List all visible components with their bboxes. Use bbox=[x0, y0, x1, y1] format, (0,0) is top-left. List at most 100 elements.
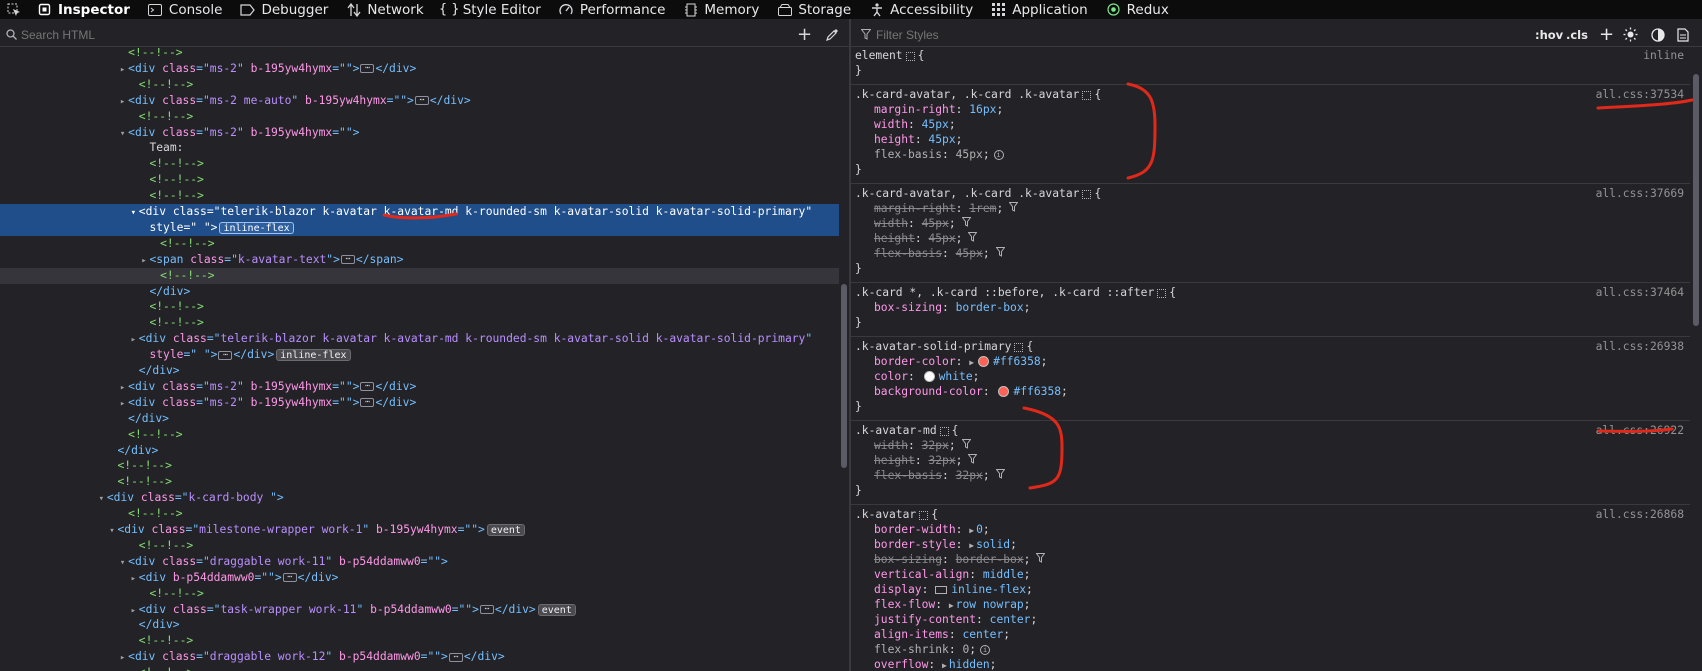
css-declaration[interactable]: box-sizing: border-box; bbox=[851, 300, 1690, 315]
markup-node[interactable]: <!--!--> bbox=[0, 458, 839, 474]
property-value[interactable]: center bbox=[962, 628, 1003, 641]
markup-node[interactable]: </div> bbox=[0, 617, 839, 633]
collapsed-content-button[interactable]: ⋯ bbox=[360, 64, 375, 74]
rule-source-link[interactable]: all.css:37534 bbox=[1596, 87, 1684, 102]
property-name[interactable]: border-width bbox=[874, 523, 956, 536]
markup-node[interactable]: <!--!--> bbox=[0, 236, 839, 252]
markup-node[interactable]: ▸ <div b-p54ddamww0=""> ⋯ </div> bbox=[0, 570, 839, 586]
css-declaration[interactable]: margin-right: 1rem; bbox=[851, 201, 1690, 216]
filter-overridden-icon[interactable] bbox=[995, 247, 1006, 262]
filter-overridden-icon[interactable] bbox=[967, 454, 978, 469]
tab-accessibility[interactable]: Accessibility bbox=[860, 0, 982, 19]
tab-storage[interactable]: Storage bbox=[768, 0, 860, 19]
css-declaration[interactable]: border-color: ▶ #ff6358; bbox=[851, 354, 1690, 369]
highlight-elements-icon[interactable] bbox=[905, 51, 915, 61]
property-value[interactable]: 32px bbox=[956, 469, 983, 482]
markup-node[interactable]: ▾ <div class="k-card-body "> bbox=[0, 490, 839, 506]
collapsed-content-button[interactable]: ⋯ bbox=[218, 350, 233, 360]
highlight-elements-icon[interactable] bbox=[1082, 90, 1092, 100]
css-declaration[interactable]: flex-basis: 45px; bbox=[851, 246, 1690, 261]
css-declaration[interactable]: vertical-align: middle; bbox=[851, 567, 1690, 582]
highlight-elements-icon[interactable] bbox=[939, 426, 949, 436]
color-swatch-icon[interactable] bbox=[923, 371, 935, 382]
display-badge[interactable]: inline-flex bbox=[219, 221, 294, 234]
expand-shorthand-icon[interactable]: ▶ bbox=[949, 601, 954, 610]
rule-source-link[interactable]: all.css:26922 bbox=[1596, 423, 1684, 438]
element-picker-button[interactable] bbox=[0, 0, 28, 19]
css-declaration[interactable]: flex-flow: ▶ row nowrap; bbox=[851, 597, 1690, 612]
search-html-input[interactable] bbox=[21, 27, 781, 42]
markup-node[interactable]: <!--!--> bbox=[0, 665, 839, 671]
property-name[interactable]: background-color bbox=[874, 385, 983, 398]
markup-node[interactable]: <!--!--> bbox=[0, 48, 839, 61]
collapsed-twisty-icon[interactable]: ▸ bbox=[128, 332, 139, 348]
filter-overridden-icon[interactable] bbox=[1008, 202, 1019, 217]
css-declaration[interactable]: width: 32px; bbox=[851, 438, 1690, 453]
property-name[interactable]: flex-basis bbox=[874, 469, 942, 482]
markup-node[interactable]: ▾ <div class="telerik-blazor k-avatar k-a… bbox=[0, 204, 839, 220]
property-value[interactable]: #ff6358 bbox=[1013, 385, 1061, 398]
css-declaration[interactable]: height: 45px; bbox=[851, 132, 1690, 147]
css-declaration[interactable]: height: 45px; bbox=[851, 231, 1690, 246]
rule-source-link[interactable]: all.css:37464 bbox=[1596, 285, 1684, 300]
collapsed-twisty-icon[interactable]: ▸ bbox=[117, 62, 128, 78]
filter-overridden-icon[interactable] bbox=[995, 469, 1006, 484]
css-declaration[interactable]: flex-basis: 45px; i bbox=[851, 147, 1690, 162]
toggle-classes-button[interactable]: .cls bbox=[1566, 28, 1588, 42]
rule-selector[interactable]: .k-card-avatar, .k-card .k-avatar bbox=[855, 187, 1079, 200]
markup-scrollbar[interactable] bbox=[839, 48, 849, 671]
markup-node[interactable]: <!--!--> bbox=[0, 586, 839, 602]
property-value[interactable]: border-box bbox=[956, 301, 1024, 314]
flexbox-highlighter-icon[interactable] bbox=[935, 586, 948, 594]
css-declaration[interactable]: width: 45px; bbox=[851, 216, 1690, 231]
filter-overridden-icon[interactable] bbox=[967, 232, 978, 247]
event-badge[interactable]: event bbox=[537, 603, 576, 616]
collapsed-twisty-icon[interactable]: ▸ bbox=[128, 571, 139, 587]
property-name[interactable]: display bbox=[874, 583, 922, 596]
css-declaration[interactable]: overflow: ▶ hidden; bbox=[851, 657, 1690, 671]
markup-node[interactable]: <!--!--> bbox=[0, 156, 839, 172]
rule-source-link[interactable]: all.css:26938 bbox=[1596, 339, 1684, 354]
property-name[interactable]: color bbox=[874, 370, 908, 383]
property-value[interactable]: row nowrap bbox=[956, 598, 1024, 611]
light-color-scheme-icon[interactable] bbox=[1623, 27, 1638, 42]
markup-node[interactable]: <!--!--> bbox=[0, 315, 839, 331]
add-node-button[interactable]: + bbox=[797, 24, 812, 45]
markup-node[interactable]: <!--!--> bbox=[0, 188, 839, 204]
rule-selector[interactable]: .k-card-avatar, .k-card .k-avatar bbox=[855, 88, 1079, 101]
tab-performance[interactable]: Performance bbox=[550, 0, 675, 19]
markup-node[interactable]: ▸ <span class="k-avatar-text"> ⋯ </span> bbox=[0, 252, 839, 268]
markup-node[interactable]: <!--!--> bbox=[0, 538, 839, 554]
property-name[interactable]: margin-right bbox=[874, 103, 956, 116]
property-name[interactable]: width bbox=[874, 217, 908, 230]
property-value[interactable]: 32px bbox=[928, 454, 955, 467]
property-name[interactable]: align-items bbox=[874, 628, 949, 641]
tab-memory[interactable]: Memory bbox=[674, 0, 768, 19]
markup-node[interactable]: ▾ <div class="milestone-wrapper work-1" b… bbox=[0, 522, 839, 538]
markup-node[interactable]: ▸ <div class="ms-2" b-195yw4hymx=""> ⋯ </di… bbox=[0, 395, 839, 411]
property-name[interactable]: margin-right bbox=[874, 202, 956, 215]
rule-source-link[interactable]: all.css:37669 bbox=[1596, 186, 1684, 201]
property-value[interactable]: 0 bbox=[976, 523, 983, 536]
rule-selector[interactable]: .k-avatar bbox=[855, 508, 916, 521]
tab-style-editor[interactable]: { } Style Editor bbox=[433, 0, 550, 19]
property-value[interactable]: center bbox=[990, 613, 1031, 626]
expanded-twisty-icon[interactable]: ▾ bbox=[128, 205, 139, 221]
css-declaration[interactable]: height: 32px; bbox=[851, 453, 1690, 468]
tab-application[interactable]: Application bbox=[982, 0, 1096, 19]
markup-node[interactable]: ▸ <div class="telerik-blazor k-avatar k-a… bbox=[0, 331, 839, 347]
markup-node[interactable]: </div> bbox=[0, 284, 839, 300]
expand-shorthand-icon[interactable]: ▶ bbox=[942, 661, 947, 670]
markup-node[interactable]: Team: bbox=[0, 140, 839, 156]
tab-network[interactable]: Network bbox=[337, 0, 432, 19]
markup-node[interactable]: <!--!--> bbox=[0, 474, 839, 490]
markup-node[interactable]: ▸ <div class="draggable work-12" b-p54dda… bbox=[0, 649, 839, 665]
css-declaration[interactable]: background-color: #ff6358; bbox=[851, 384, 1690, 399]
expand-shorthand-icon[interactable]: ▶ bbox=[969, 526, 974, 535]
add-rule-button[interactable]: + bbox=[1599, 24, 1614, 45]
markup-node[interactable]: <!--!--> bbox=[0, 267, 839, 284]
markup-node[interactable]: </div> bbox=[0, 363, 839, 379]
property-value[interactable]: 1rem bbox=[969, 202, 996, 215]
css-declaration[interactable]: margin-right: 16px; bbox=[851, 102, 1690, 117]
print-media-icon[interactable] bbox=[1677, 27, 1689, 42]
